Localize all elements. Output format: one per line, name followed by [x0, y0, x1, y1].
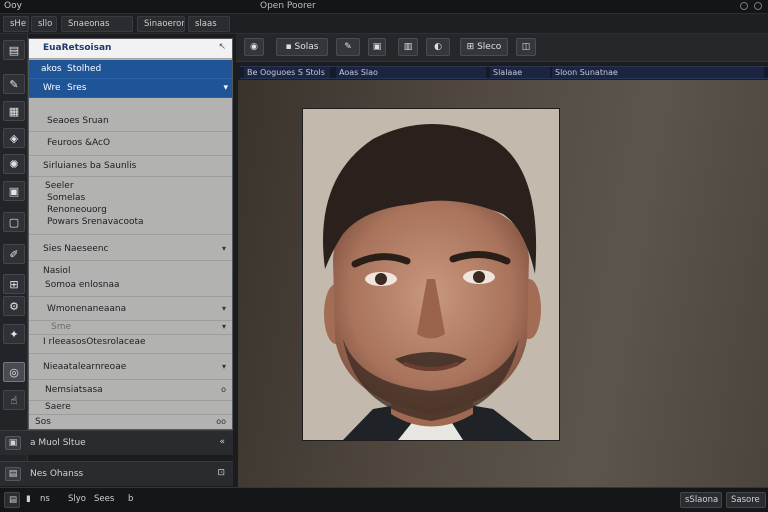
- status-bar: ▤ ▮ ns Slyo Sees b sSlaona Sasore: [0, 487, 768, 512]
- chevron-down-icon: ▾: [221, 304, 226, 313]
- row-key: akos: [41, 64, 62, 74]
- row-key: Wre: [43, 83, 61, 93]
- chevron-down-icon: ▾: [223, 83, 228, 93]
- grid-icon[interactable]: ⊞: [3, 274, 25, 294]
- layers-icon[interactable]: ▦: [3, 101, 25, 121]
- document-title: Open Poorer: [260, 1, 316, 11]
- layers-icon[interactable]: ▥: [398, 38, 418, 56]
- window-controls: [740, 2, 762, 10]
- layer-icon: ▣: [5, 436, 21, 450]
- tab-5[interactable]: slaas: [188, 16, 230, 32]
- frame-icon[interactable]: ▢: [3, 212, 25, 232]
- list-item[interactable]: I rleeasosOtesrolaceae: [29, 335, 232, 354]
- film-icon: ▪: [285, 42, 292, 52]
- status-item[interactable]: Sees: [90, 492, 118, 508]
- gear-icon[interactable]: ✦: [3, 324, 25, 344]
- image-icon[interactable]: ▣: [368, 38, 386, 56]
- panel-selected-row-1[interactable]: akos Stolhed: [29, 60, 232, 79]
- list-item[interactable]: Seaoes Sruan: [29, 110, 232, 132]
- grid-button[interactable]: ⊞ Sleco: [460, 38, 508, 56]
- list-item[interactable]: Sirluianes ba Saunlis: [29, 156, 232, 177]
- layer-row[interactable]: ▤ Nes Ohanss ⊡: [0, 461, 233, 486]
- list-item[interactable]: Wmonenaneaana ▾: [29, 297, 232, 321]
- brush-icon[interactable]: ✎: [336, 38, 360, 56]
- row-value: Stolhed: [67, 64, 102, 74]
- hand-icon[interactable]: ☝: [3, 390, 25, 410]
- properties-panel: EuaRetsoisan ↖ akos Stolhed Wre Sres ▾ S…: [28, 38, 233, 430]
- tab-3[interactable]: Snaeonas: [61, 16, 133, 32]
- tab-4[interactable]: Sinaoeron: [137, 16, 185, 32]
- tab-2[interactable]: sllo: [31, 16, 57, 32]
- chevron-down-icon: ▾: [221, 244, 226, 253]
- status-button[interactable]: sSlaona: [680, 492, 722, 508]
- settings-icon[interactable]: ⚙: [3, 296, 25, 316]
- panel-title: EuaRetsoisan: [43, 43, 112, 53]
- close-icon[interactable]: [754, 2, 762, 10]
- close-icon[interactable]: ↖: [218, 42, 226, 52]
- minimize-icon[interactable]: [740, 2, 748, 10]
- layers-icon[interactable]: ▤: [4, 492, 20, 508]
- list-item[interactable]: Feuroos &AcO: [29, 132, 232, 156]
- pen-icon[interactable]: ✐: [3, 244, 25, 264]
- portrait-photo[interactable]: [303, 109, 559, 440]
- list-item[interactable]: Saere: [29, 401, 232, 415]
- info-field: Sloon Sunatnae: [552, 67, 764, 78]
- panel-header: EuaRetsoisan ↖: [29, 39, 232, 59]
- title-bar: Ooy Open Poorer: [0, 0, 768, 14]
- status-item[interactable]: Slyo: [64, 492, 90, 508]
- list-item[interactable]: Nieaatalearnreoae ▾: [29, 354, 232, 380]
- lock-icon[interactable]: ◫: [516, 38, 536, 56]
- tag-icon[interactable]: ◐: [426, 38, 450, 56]
- list-item[interactable]: Seeler Somelas Renoneouorg Powars Srenav…: [29, 177, 232, 235]
- info-bar: Be Ooguoes S Stols Aoas Slao Slalaae Slo…: [240, 66, 768, 79]
- drop-icon[interactable]: ◈: [3, 128, 25, 148]
- image-icon[interactable]: ⊡: [217, 468, 225, 478]
- fire-icon[interactable]: ✺: [3, 154, 25, 174]
- list-item[interactable]: Sies Naeseenc ▾: [29, 235, 232, 261]
- list-item[interactable]: Sme ▾: [29, 321, 232, 335]
- film-button[interactable]: ▪ Solas: [276, 38, 328, 56]
- tab-bar: sHe sllo Snaeonas Sinaoeron slaas: [0, 14, 768, 34]
- chevron-down-icon: ▾: [221, 362, 226, 371]
- status-icon[interactable]: ▮: [22, 492, 35, 508]
- layer-row[interactable]: ▣ a Muol Sltue «: [0, 430, 233, 455]
- panel-selected-row-2[interactable]: Wre Sres ▾: [29, 79, 232, 98]
- left-toolbar: ▤ ✎ ▦ ◈ ✺ ▣ ▢ ✐ ⊞ ⚙ ✦ ◎ ☝: [0, 34, 28, 486]
- status-button[interactable]: Sasore: [726, 492, 766, 508]
- list-item[interactable]: Sos oo: [29, 415, 232, 429]
- row-value: Sres: [67, 83, 87, 93]
- info-field: Be Ooguoes S Stols: [244, 67, 330, 78]
- app-title: Ooy: [4, 1, 22, 11]
- tab-1[interactable]: sHe: [3, 16, 29, 32]
- list-item[interactable]: Nasiol Somoa enlosnaa: [29, 261, 232, 297]
- info-field: Aoas Slao: [336, 67, 486, 78]
- main-toolbar: ◉ ▪ Solas ✎ ▣ ▥ ◐ ⊞ Sleco ◫: [236, 34, 768, 62]
- chevron-down-icon: ▾: [221, 322, 226, 331]
- portrait-image: [303, 109, 559, 440]
- layer-icon: ▤: [5, 467, 21, 481]
- list-item[interactable]: Nemsiatsasa o: [29, 380, 232, 401]
- camera-icon[interactable]: ◉: [244, 38, 264, 56]
- app-window: Ooy Open Poorer sHe sllo Snaeonas Sinaoe…: [0, 0, 768, 512]
- info-field: Slalaae: [490, 67, 550, 78]
- image-icon[interactable]: ▣: [3, 181, 25, 201]
- folder-icon[interactable]: ▤: [3, 40, 25, 60]
- grid-icon: ⊞: [466, 42, 475, 52]
- status-item[interactable]: ns: [36, 492, 54, 508]
- status-item[interactable]: b: [124, 492, 137, 508]
- circle-icon[interactable]: ◎: [3, 362, 25, 382]
- brush-icon[interactable]: ✎: [3, 74, 25, 94]
